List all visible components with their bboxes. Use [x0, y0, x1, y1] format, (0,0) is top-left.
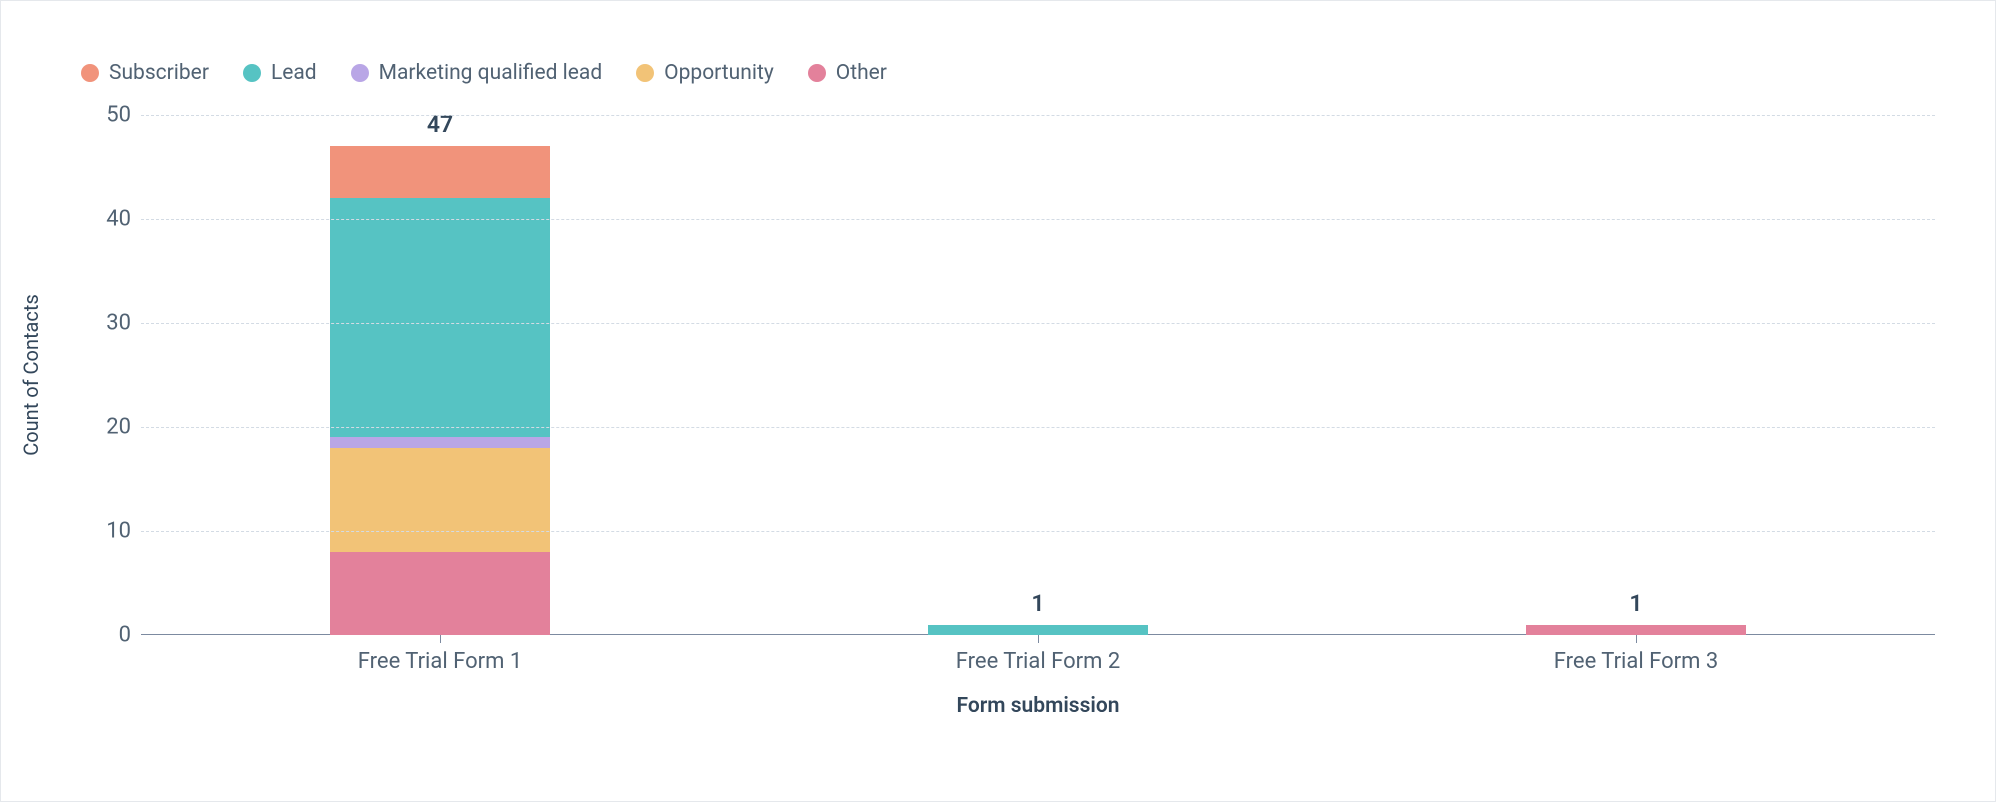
legend-item[interactable]: Lead — [243, 61, 317, 85]
bar-total-label: 1 — [1629, 590, 1642, 617]
bar-segment[interactable] — [330, 448, 550, 552]
bar-group: 47 — [141, 115, 739, 635]
x-tick-mark — [1636, 635, 1637, 643]
legend-swatch — [636, 64, 654, 82]
grid-line — [141, 115, 1935, 116]
y-tick-label: 30 — [71, 311, 131, 336]
bar-segment[interactable] — [330, 552, 550, 635]
legend-swatch — [243, 64, 261, 82]
legend-label: Other — [836, 61, 887, 85]
bar-segment[interactable] — [330, 198, 550, 437]
bar-stack[interactable]: 1 — [1526, 625, 1746, 635]
x-tick-label: Free Trial Form 1 — [141, 649, 739, 674]
legend-swatch — [351, 64, 369, 82]
grid-line — [141, 427, 1935, 428]
plot-area: 47 1 1 — [141, 115, 1935, 635]
x-tick-label: Free Trial Form 3 — [1337, 649, 1935, 674]
chart-card: Subscriber Lead Marketing qualified lead Op… — [0, 0, 1996, 802]
grid-line — [141, 323, 1935, 324]
bar-group: 1 — [739, 115, 1337, 635]
legend-label: Subscriber — [109, 61, 209, 85]
y-tick-label: 50 — [71, 103, 131, 128]
legend-item[interactable]: Opportunity — [636, 61, 774, 85]
x-axis-label: Form submission — [141, 694, 1935, 718]
bar-segment[interactable] — [1526, 625, 1746, 635]
legend-swatch — [808, 64, 826, 82]
bars-container: 47 1 1 — [141, 115, 1935, 635]
bar-segment[interactable] — [330, 146, 550, 198]
y-axis-label: Count of Contacts — [19, 294, 43, 456]
bar-segment[interactable] — [330, 437, 550, 447]
y-tick-label: 10 — [71, 519, 131, 544]
x-tick-mark — [440, 635, 441, 643]
legend-item[interactable]: Marketing qualified lead — [351, 61, 603, 85]
bar-stack[interactable]: 1 — [928, 625, 1148, 635]
legend-label: Lead — [271, 61, 317, 85]
x-tick-mark — [1038, 635, 1039, 643]
bar-group: 1 — [1337, 115, 1935, 635]
y-tick-label: 20 — [71, 415, 131, 440]
legend-label: Opportunity — [664, 61, 774, 85]
x-tick-row: Free Trial Form 1Free Trial Form 2Free T… — [141, 649, 1935, 674]
bar-segment[interactable] — [928, 625, 1148, 635]
legend-item[interactable]: Other — [808, 61, 887, 85]
chart-area: Count of Contacts 01020304050 4711 — [61, 115, 1935, 635]
grid-line — [141, 219, 1935, 220]
legend-label: Marketing qualified lead — [379, 61, 603, 85]
x-tick-label: Free Trial Form 2 — [739, 649, 1337, 674]
legend-swatch — [81, 64, 99, 82]
legend-item[interactable]: Subscriber — [81, 61, 209, 85]
grid-line — [141, 531, 1935, 532]
y-axis: 01020304050 — [61, 115, 141, 635]
y-tick-label: 0 — [71, 623, 131, 648]
bar-total-label: 1 — [1031, 590, 1044, 617]
y-tick-label: 40 — [71, 207, 131, 232]
legend: Subscriber Lead Marketing qualified lead Op… — [81, 61, 1935, 85]
